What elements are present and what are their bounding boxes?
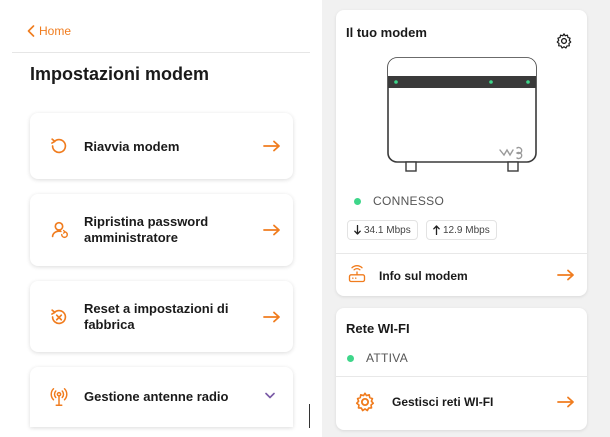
text-cursor [309, 404, 310, 428]
restart-modem-label: Riavvia modem [84, 139, 180, 154]
modem-status: CONNESSO [354, 194, 444, 208]
gear-icon [355, 392, 375, 412]
factory-reset-button[interactable]: Reset a impostazioni di fabbrica [30, 281, 293, 352]
manage-wifi-label: Gestisci reti WI-FI [392, 395, 494, 409]
arrow-up-icon [433, 225, 440, 235]
wifi-status: ATTIVA [347, 351, 408, 365]
arrow-down-icon [354, 225, 361, 235]
arrow-right-icon [263, 140, 280, 152]
status-dot [354, 197, 361, 205]
wifi-card: Rete WI-FI ATTIVA Gestisci reti WI-FI [336, 308, 587, 430]
chevron-down-icon [265, 392, 275, 399]
modem-device-illustration [387, 57, 537, 172]
modem-overview-panel: Il tuo modem CONNESSO 34.1 Mbps 12.9 Mbp… [322, 0, 610, 437]
arrow-right-icon [557, 396, 574, 408]
manage-wifi-button[interactable]: Gestisci reti WI-FI [336, 377, 587, 430]
antenna-icon [50, 388, 68, 406]
modem-card: Il tuo modem CONNESSO 34.1 Mbps 12.9 Mbp… [336, 10, 587, 296]
factory-reset-label: Reset a impostazioni di fabbrica [84, 301, 229, 332]
wifi-card-title: Rete WI-FI [346, 321, 410, 336]
arrow-right-icon [263, 311, 280, 322]
back-home-link[interactable]: Home [27, 24, 71, 38]
modem-card-title: Il tuo modem [346, 25, 427, 40]
back-home-label: Home [39, 24, 72, 38]
restart-modem-button[interactable]: Riavvia modem [30, 113, 293, 179]
upload-speed-value: 12.9 Mbps [443, 224, 490, 236]
gear-icon[interactable] [555, 32, 573, 50]
arrow-right-icon [557, 269, 574, 281]
status-dot [347, 354, 354, 362]
reset-admin-password-button[interactable]: Ripristina password amministratore [30, 194, 293, 266]
radio-antenna-management-toggle[interactable]: Gestione antenne radio [30, 367, 293, 427]
modem-info-button[interactable]: Info sul modem [336, 254, 587, 296]
modem-info-label: Info sul modem [379, 269, 468, 283]
arrow-right-icon [263, 224, 280, 236]
download-speed-badge: 34.1 Mbps [347, 220, 418, 240]
page-title: Impostazioni modem [30, 64, 210, 84]
user-reset-icon [51, 221, 68, 239]
factory-reset-icon [51, 308, 67, 324]
reset-admin-password-label: Ripristina password amministratore [84, 214, 209, 245]
header-divider [12, 52, 310, 53]
modem-status-label: CONNESSO [373, 194, 445, 208]
restart-icon [51, 138, 67, 154]
download-speed-value: 34.1 Mbps [364, 224, 411, 236]
upload-speed-badge: 12.9 Mbps [426, 220, 497, 240]
router-icon [348, 265, 366, 283]
chevron-left-icon [27, 25, 35, 37]
settings-panel: Home Impostazioni modem Riavvia modem Ri… [0, 0, 310, 437]
radio-antenna-management-label: Gestione antenne radio [84, 389, 229, 404]
wifi-status-label: ATTIVA [366, 351, 409, 365]
